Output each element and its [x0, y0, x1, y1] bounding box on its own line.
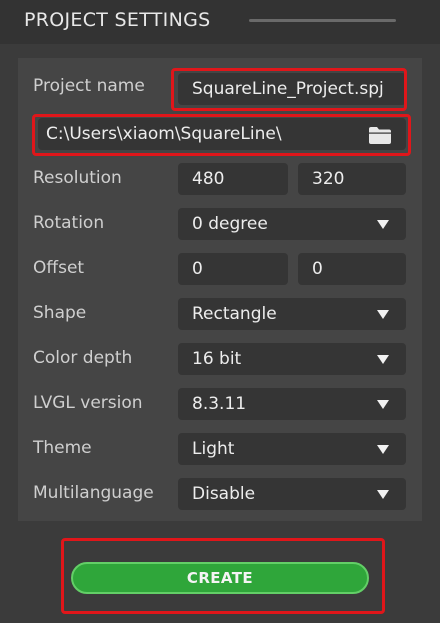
rotation-label: Rotation	[33, 213, 105, 233]
offset-x-value: 0	[192, 259, 203, 279]
offset-label: Offset	[33, 258, 85, 278]
theme-select[interactable]: Light	[178, 433, 406, 465]
lvgl-version-select[interactable]: 8.3.11	[178, 388, 406, 420]
rotation-select[interactable]: 0 degree	[178, 208, 406, 240]
multilanguage-value: Disable	[192, 484, 256, 504]
header-divider	[249, 19, 396, 22]
resolution-width-input[interactable]: 480	[178, 163, 288, 195]
offset-x-input[interactable]: 0	[178, 253, 288, 285]
project-path-highlight	[32, 114, 411, 156]
color-depth-select[interactable]: 16 bit	[178, 343, 406, 375]
dropdown-arrow-icon	[377, 490, 389, 499]
page-title: PROJECT SETTINGS	[24, 9, 211, 31]
theme-value: Light	[192, 439, 235, 459]
theme-label: Theme	[33, 438, 92, 458]
resolution-height-value: 320	[312, 169, 345, 189]
resolution-width-value: 480	[192, 169, 225, 189]
dropdown-arrow-icon	[377, 400, 389, 409]
shape-select[interactable]: Rectangle	[178, 298, 406, 330]
resolution-height-input[interactable]: 320	[298, 163, 406, 195]
lvgl-version-label: LVGL version	[33, 393, 143, 413]
header-bar: PROJECT SETTINGS	[0, 0, 440, 44]
dropdown-arrow-icon	[377, 445, 389, 454]
multilanguage-label: Multilanguage	[33, 483, 154, 503]
dropdown-arrow-icon	[377, 355, 389, 364]
offset-y-input[interactable]: 0	[298, 253, 406, 285]
color-depth-label: Color depth	[33, 348, 133, 368]
lvgl-version-value: 8.3.11	[192, 394, 247, 414]
create-button[interactable]: CREATE	[71, 562, 369, 594]
rotation-value: 0 degree	[192, 214, 268, 234]
color-depth-value: 16 bit	[192, 349, 242, 369]
project-name-label: Project name	[33, 76, 145, 96]
project-name-highlight	[171, 68, 407, 111]
shape-value: Rectangle	[192, 304, 277, 324]
resolution-label: Resolution	[33, 168, 122, 188]
shape-label: Shape	[33, 303, 87, 323]
offset-y-value: 0	[312, 259, 323, 279]
multilanguage-select[interactable]: Disable	[178, 478, 406, 510]
dropdown-arrow-icon	[377, 310, 389, 319]
dropdown-arrow-icon	[377, 220, 389, 229]
